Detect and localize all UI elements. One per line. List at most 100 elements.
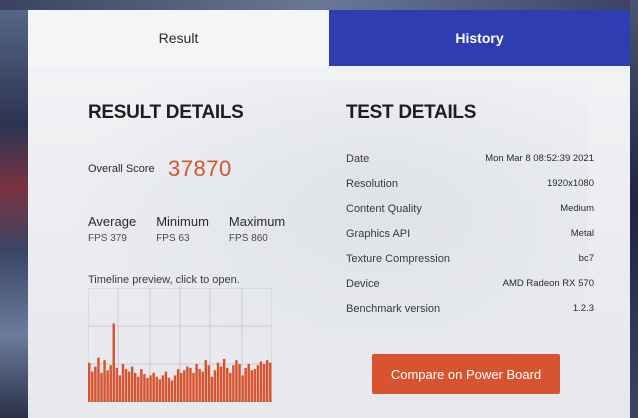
detail-row-date: Date Mon Mar 8 08:52:39 2021: [346, 146, 594, 171]
timeline-bar: [106, 370, 109, 402]
background-left: [0, 0, 28, 418]
timeline-bar: [195, 364, 198, 402]
timeline-bar: [137, 376, 140, 402]
timeline-bar: [88, 362, 91, 402]
timeline-bar: [219, 366, 223, 402]
background-top: [0, 0, 638, 10]
fps-stats: Average FPS 379 Minimum FPS 63 Maximum F…: [88, 214, 285, 244]
timeline-bar: [229, 372, 232, 402]
timeline-bar: [226, 367, 229, 402]
timeline-bar: [262, 364, 266, 402]
fps-average-label: Average: [88, 214, 137, 229]
detail-value: Mon Mar 8 08:52:39 2021: [485, 153, 594, 164]
overall-score-row: Overall Score 37870: [88, 156, 232, 182]
timeline-bar: [100, 372, 103, 402]
timeline-bar: [91, 371, 94, 402]
timeline-bar: [176, 369, 180, 402]
fps-average: Average FPS 379: [88, 214, 136, 244]
timeline-bar: [183, 370, 186, 402]
detail-row-graphics-api: Graphics API Metal: [346, 221, 594, 246]
tab-history[interactable]: History: [329, 10, 630, 66]
timeline-bar: [134, 372, 137, 402]
timeline-bar: [143, 374, 146, 402]
test-details-list: Date Mon Mar 8 08:52:39 2021 Resolution …: [346, 146, 594, 321]
timeline-preview-label[interactable]: Timeline preview, click to open.: [88, 274, 240, 286]
detail-label: Content Quality: [346, 202, 422, 215]
timeline-bar: [259, 361, 263, 402]
timeline-bar: [140, 369, 143, 402]
timeline-bar: [244, 367, 247, 402]
timeline-bar: [222, 358, 226, 402]
timeline-bar: [210, 376, 214, 402]
overall-score-label: Overall Score: [88, 163, 155, 175]
detail-value: 1920x1080: [546, 178, 594, 189]
timeline-bar: [97, 357, 100, 402]
detail-label: Texture Compression: [346, 252, 450, 265]
result-details-section: RESULT DETAILS Overall Score 37870 Avera…: [88, 102, 328, 402]
tab-result[interactable]: Result: [28, 10, 329, 66]
detail-row-benchmark-version: Benchmark version 1.2.3: [346, 296, 594, 321]
detail-value: 1.2.3: [572, 303, 594, 314]
fps-maximum: Maximum FPS 860: [229, 214, 285, 244]
timeline-bar: [256, 365, 260, 402]
timeline-preview-chart[interactable]: [88, 288, 272, 402]
timeline-bar: [204, 360, 207, 402]
timeline-bar: [124, 369, 128, 402]
timeline-bar: [216, 362, 220, 402]
timeline-bar: [198, 369, 201, 402]
timeline-bar: [189, 367, 192, 402]
timeline-bar: [167, 377, 171, 402]
timeline-bar: [152, 372, 155, 402]
timeline-bar: [173, 375, 177, 402]
timeline-bar: [201, 371, 204, 402]
timeline-bar: [164, 371, 168, 402]
detail-label: Resolution: [346, 177, 398, 190]
fps-minimum-label: Minimum: [156, 214, 209, 229]
fps-average-value: FPS 379: [88, 233, 127, 244]
fps-minimum: Minimum FPS 63: [156, 214, 209, 244]
detail-value: Medium: [560, 203, 594, 214]
background-right: [630, 0, 638, 418]
detail-row-device: Device AMD Radeon RX 570: [346, 271, 594, 296]
timeline-bar: [149, 375, 152, 402]
detail-value: Metal: [570, 228, 594, 239]
detail-value: AMD Radeon RX 570: [502, 278, 594, 289]
timeline-bar: [109, 365, 112, 402]
timeline-bar: [232, 365, 235, 402]
timeline-bar: [127, 371, 131, 402]
timeline-bar: [265, 360, 269, 402]
timeline-bar: [115, 367, 119, 402]
timeline-bar: [118, 375, 122, 402]
result-details-heading: RESULT DETAILS: [88, 102, 244, 123]
timeline-bar: [158, 379, 161, 402]
timeline-bar: [180, 372, 183, 402]
test-details-section: TEST DETAILS Date Mon Mar 8 08:52:39 202…: [346, 102, 594, 315]
fps-maximum-label: Maximum: [228, 214, 286, 229]
timeline-bar: [207, 365, 211, 402]
timeline-bar: [247, 364, 250, 402]
timeline-bar: [192, 372, 195, 402]
detail-label: Graphics API: [346, 227, 411, 240]
detail-row-resolution: Resolution 1920x1080: [346, 171, 594, 196]
compare-on-power-board-button[interactable]: Compare on Power Board: [372, 354, 560, 394]
detail-label: Benchmark version: [346, 302, 441, 315]
timeline-bar: [235, 360, 238, 402]
timeline-bar: [186, 366, 189, 402]
timeline-bar: [130, 366, 134, 402]
timeline-bar: [170, 380, 174, 402]
overall-score-value: 37870: [168, 156, 232, 181]
detail-label: Date: [346, 152, 370, 165]
timeline-bar: [112, 323, 115, 402]
detail-row-texture-compression: Texture Compression bc7: [346, 246, 594, 271]
timeline-bar: [121, 364, 125, 402]
test-details-heading: TEST DETAILS: [346, 102, 477, 123]
timeline-bar: [94, 366, 97, 402]
timeline-bar: [250, 370, 253, 402]
timeline-bar: [268, 362, 272, 402]
timeline-bar: [146, 377, 149, 402]
timeline-bar: [253, 369, 257, 402]
timeline-bar: [103, 360, 106, 402]
detail-value: bc7: [578, 253, 594, 264]
fps-minimum-value: FPS 63: [156, 233, 190, 244]
timeline-bar: [241, 375, 244, 402]
